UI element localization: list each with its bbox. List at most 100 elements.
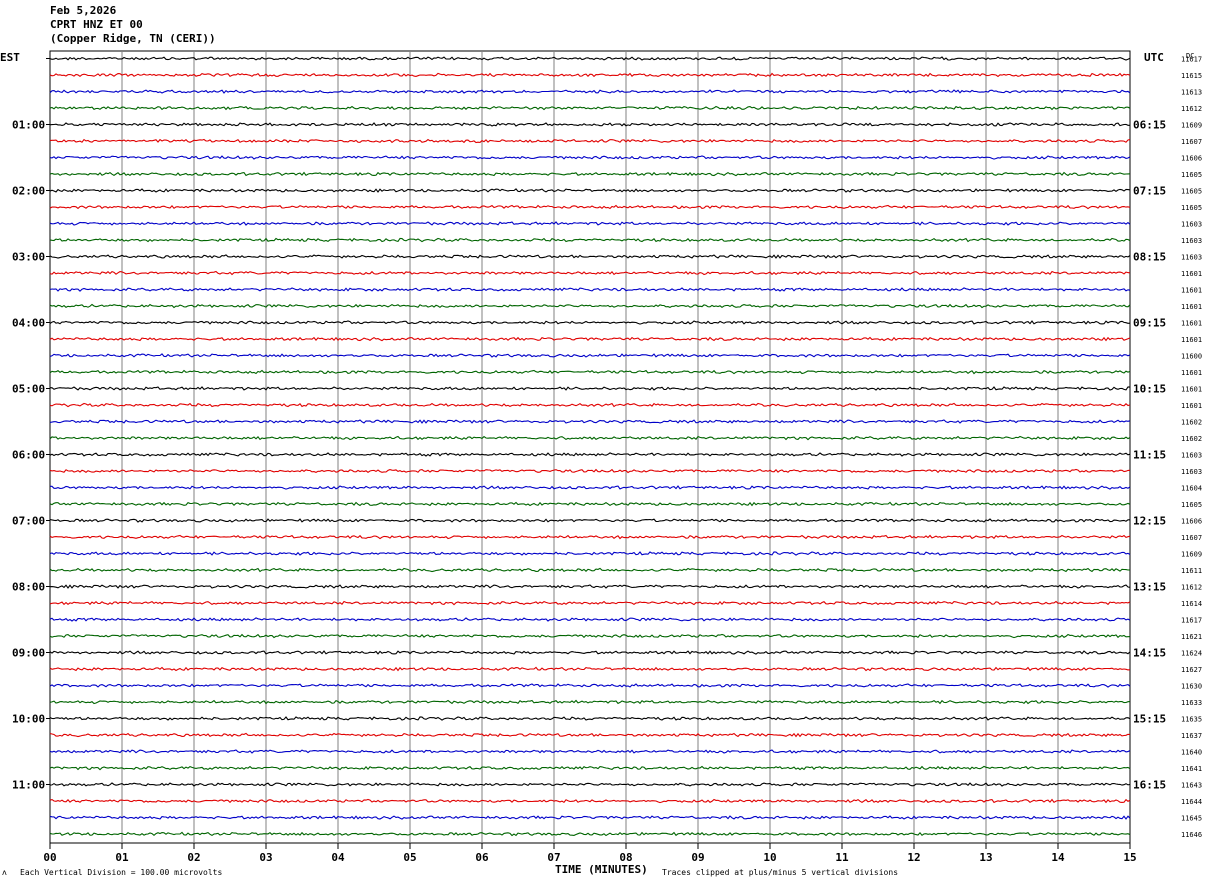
dc-label: DC [1186,52,1194,60]
plot-border [49,50,1131,844]
trace-row [49,171,1131,177]
x-tick-label: 06 [475,851,489,864]
dc-value: 11645 [1181,815,1202,823]
trace-row [49,633,1131,639]
trace-row [49,369,1131,375]
utc-hour-label: 09:15 [1133,317,1166,330]
dc-value: 11601 [1181,386,1202,394]
trace-row [49,567,1131,573]
est-label: EST [0,51,20,64]
trace-row [49,188,1131,193]
trace-row [49,155,1131,160]
trace-row [49,402,1131,408]
trace-row [49,699,1131,705]
utc-hour-label: 06:15 [1133,119,1166,132]
dc-value: 11646 [1181,831,1202,839]
trace-row [49,336,1131,342]
x-axis-title: TIME (MINUTES) [555,863,648,876]
trace-row [50,485,1131,490]
trace-row [49,584,1131,589]
dc-value: 11609 [1181,551,1202,559]
trace-row [49,221,1131,226]
trace-row [49,518,1130,523]
trace-row [49,72,1131,78]
est-hour-label: 10:00 [12,713,45,726]
dc-value: 11609 [1181,122,1202,130]
trace-row [49,666,1131,672]
trace-group [49,56,1131,837]
dc-value: 11606 [1181,155,1202,163]
trace-row [49,353,1131,358]
dc-value: 11601 [1181,270,1202,278]
trace-row [49,270,1131,276]
dc-value: 11644 [1181,798,1202,806]
dc-value: 11611 [1181,567,1202,575]
dc-value: 11601 [1181,402,1202,410]
trace-row [49,798,1131,804]
utc-hour-label: 08:15 [1133,251,1166,264]
utc-hour-label: 14:15 [1133,647,1166,660]
est-hour-label: 06:00 [12,449,45,462]
dc-value: 11601 [1181,303,1202,311]
est-hour-label: 07:00 [12,515,45,528]
dc-value: 11601 [1181,320,1202,328]
trace-row [49,600,1131,606]
plot-grid [49,50,1131,844]
est-hour-label: 01:00 [12,119,45,132]
trace-row [49,683,1131,688]
trace-row [49,650,1131,655]
x-tick-label: 14 [1051,851,1065,864]
utc-hour-label: 10:15 [1133,383,1166,396]
est-hour-label: 02:00 [12,185,45,198]
trace-row [49,138,1131,144]
trace-row [49,815,1131,820]
dc-value: 11621 [1181,633,1202,641]
dc-value: 11603 [1181,221,1202,229]
dc-value: 11614 [1181,600,1202,608]
dc-value: 11617 [1181,617,1202,625]
x-tick-label: 15 [1123,851,1136,864]
trace-row [49,551,1131,556]
dc-value: 11602 [1181,435,1202,443]
trace-row [49,254,1131,259]
dc-value: 11627 [1181,666,1202,674]
dc-value: 11603 [1181,254,1202,262]
x-tick-label: 13 [979,851,992,864]
dc-value: 11612 [1181,584,1202,592]
trace-row [49,105,1131,111]
dc-value: 11612 [1181,105,1202,113]
dc-value: 11601 [1181,369,1202,377]
trace-row [49,534,1131,540]
x-tick-label: 11 [835,851,849,864]
trace-row [49,287,1131,292]
dc-value: 11641 [1181,765,1202,773]
est-hour-label: 05:00 [12,383,45,396]
x-tick-label: 00 [43,851,56,864]
trace-row [49,452,1131,457]
utc-hour-label: 16:15 [1133,779,1166,792]
x-tick-label: 09 [691,851,704,864]
utc-label: UTC [1144,51,1164,64]
helicorder-plot: 11617 11615 11613 11612 11609 11607 11606 11605… [0,50,1202,864]
trace-row [49,419,1131,424]
x-tick-label: 01 [115,851,129,864]
dc-value: 11635 [1181,716,1202,724]
trace-row [49,237,1131,243]
dc-value: 11603 [1181,237,1202,245]
dc-value: 11601 [1181,336,1202,344]
est-hour-label: 11:00 [12,779,45,792]
trace-row [49,732,1131,738]
dc-value: 11600 [1181,353,1202,361]
trace-row [49,303,1131,309]
dc-value: 11643 [1181,782,1202,790]
utc-hour-label: 12:15 [1133,515,1166,528]
dc-value: 11603 [1181,452,1202,460]
dc-value: 11607 [1181,534,1202,542]
trace-row [49,435,1131,441]
trace-row [49,89,1131,94]
dc-value: 11605 [1181,204,1202,212]
utc-hour-label: 13:15 [1133,581,1166,594]
trace-row [49,468,1131,474]
x-tick-label: 12 [907,851,920,864]
dc-value: 11606 [1181,518,1202,526]
